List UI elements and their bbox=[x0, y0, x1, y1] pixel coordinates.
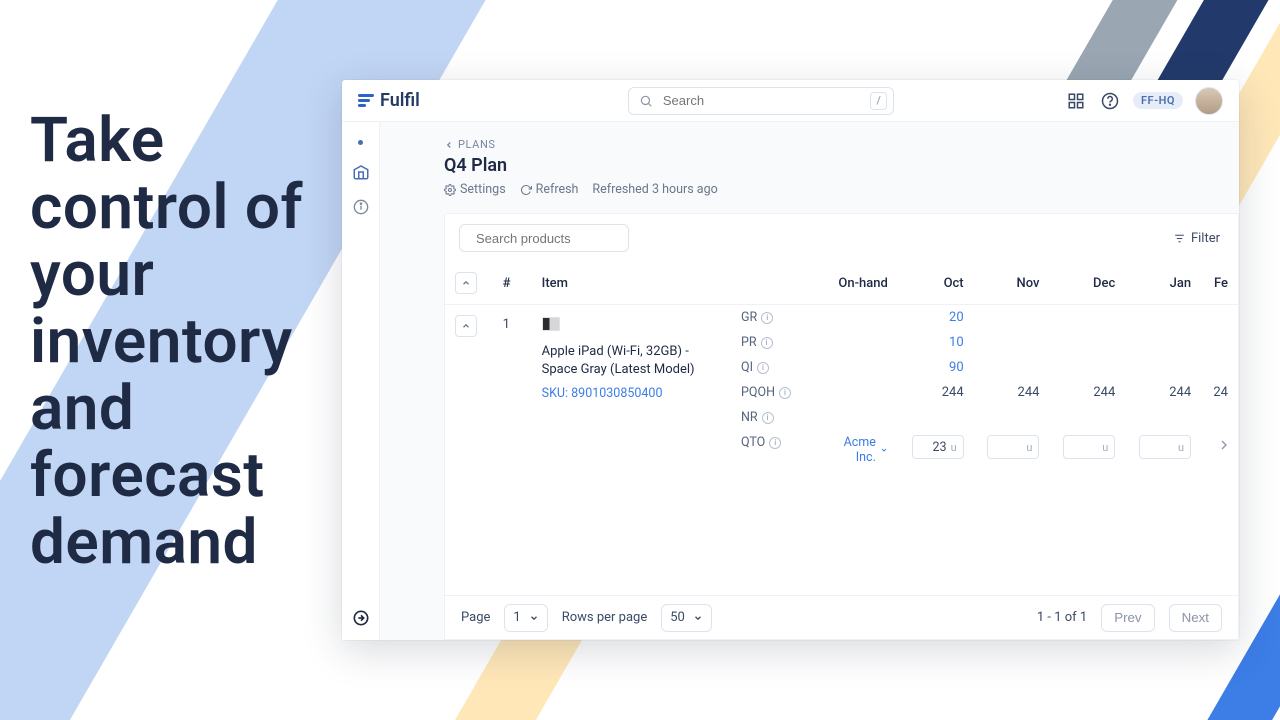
top-bar: Fulfil / FF-HQ bbox=[342, 80, 1239, 122]
qto-jan-input[interactable]: u bbox=[1139, 435, 1191, 459]
chevron-down-icon bbox=[880, 445, 888, 455]
chevron-left-icon bbox=[444, 140, 454, 150]
metric-label-qi: QIi bbox=[741, 360, 812, 375]
qto-oct-input[interactable]: 23u bbox=[912, 435, 964, 459]
product-title: Apple iPad (Wi-Fi, 32GB) - Space Gray (L… bbox=[542, 343, 721, 378]
next-button[interactable]: Next bbox=[1169, 604, 1222, 632]
brand-mark-icon bbox=[358, 94, 374, 107]
app-window: Fulfil / FF-HQ bbox=[342, 80, 1239, 640]
metric-label-nr: NRi bbox=[741, 410, 812, 425]
main-pane: PLANS Q4 Plan Settings Refresh Refreshed… bbox=[380, 122, 1239, 640]
chevron-right-icon bbox=[1216, 437, 1232, 453]
col-month-nov: Nov bbox=[974, 262, 1050, 305]
refresh-button[interactable]: Refresh bbox=[520, 182, 579, 197]
info-icon[interactable]: i bbox=[769, 437, 781, 449]
settings-button[interactable]: Settings bbox=[444, 182, 506, 197]
refresh-icon bbox=[520, 184, 532, 196]
col-number: # bbox=[493, 262, 532, 305]
pagination-bar: Page 1 Rows per page 50 1 - 1 of 1 Prev … bbox=[445, 595, 1238, 639]
rail-collapse-icon[interactable] bbox=[353, 610, 369, 626]
rows-label: Rows per page bbox=[562, 610, 648, 625]
chevron-down-icon bbox=[529, 613, 539, 623]
page-header: PLANS Q4 Plan Settings Refresh Refreshed… bbox=[380, 122, 1239, 207]
global-search[interactable]: / bbox=[628, 87, 894, 115]
filter-button[interactable]: Filter bbox=[1169, 227, 1224, 250]
product-sku-link[interactable]: SKU: 8901030850400 bbox=[542, 386, 721, 401]
row-expand-toggle[interactable] bbox=[455, 315, 477, 337]
expand-all-toggle[interactable] bbox=[455, 272, 477, 294]
rail-inventory-icon[interactable] bbox=[352, 163, 370, 181]
search-icon bbox=[639, 94, 653, 108]
marketing-headline: Take control of your inventory and forec… bbox=[30, 108, 330, 577]
page-label: Page bbox=[461, 610, 490, 625]
col-month-jan: Jan bbox=[1125, 262, 1201, 305]
rail-info-icon[interactable] bbox=[353, 199, 369, 215]
chevron-up-icon bbox=[461, 278, 471, 288]
page-range: 1 - 1 of 1 bbox=[1037, 610, 1087, 625]
plan-table: # Item On-hand Oct Nov Dec Jan Fe bbox=[445, 262, 1238, 470]
global-search-input[interactable] bbox=[661, 92, 862, 109]
pqoh-oct: 244 bbox=[898, 380, 974, 405]
product-search[interactable] bbox=[459, 224, 629, 252]
pqoh-dec: 244 bbox=[1049, 380, 1125, 405]
qto-nov-input[interactable]: u bbox=[987, 435, 1039, 459]
gear-icon bbox=[444, 184, 456, 196]
breadcrumb[interactable]: PLANS bbox=[444, 138, 1215, 151]
breadcrumb-label: PLANS bbox=[458, 138, 496, 151]
page-subactions: Settings Refresh Refreshed 3 hours ago bbox=[444, 182, 1215, 197]
search-shortcut-hint: / bbox=[870, 92, 887, 110]
product-search-input[interactable] bbox=[474, 230, 654, 247]
col-month-feb: Fe bbox=[1201, 262, 1238, 305]
chevron-up-icon bbox=[461, 321, 471, 331]
table-row: 1 Apple iPad (Wi-Fi, 32GB) - Space Gray … bbox=[445, 305, 1238, 331]
plan-table-wrap: # Item On-hand Oct Nov Dec Jan Fe bbox=[445, 262, 1238, 595]
page-select[interactable]: 1 bbox=[504, 604, 547, 632]
pqoh-jan: 244 bbox=[1125, 380, 1201, 405]
prev-button[interactable]: Prev bbox=[1101, 604, 1154, 632]
metric-label-pr: PRi bbox=[741, 335, 812, 350]
pr-oct-value[interactable]: 10 bbox=[949, 335, 964, 350]
table-header-row: # Item On-hand Oct Nov Dec Jan Fe bbox=[445, 262, 1238, 305]
brand-name: Fulfil bbox=[380, 90, 420, 111]
supplier-select[interactable]: Acme Inc. bbox=[832, 435, 888, 465]
avatar[interactable] bbox=[1195, 87, 1223, 115]
panel-toolbar: Filter bbox=[445, 214, 1238, 262]
row-index: 1 bbox=[493, 305, 532, 471]
pqoh-nov: 244 bbox=[974, 380, 1050, 405]
info-icon[interactable]: i bbox=[779, 387, 791, 399]
rail-indicator-dot bbox=[358, 140, 363, 145]
brand-logo[interactable]: Fulfil bbox=[358, 90, 420, 111]
app-body: PLANS Q4 Plan Settings Refresh Refreshed… bbox=[342, 122, 1239, 640]
metric-label-qto: QTOi bbox=[741, 435, 812, 450]
scroll-right-button[interactable] bbox=[1216, 437, 1232, 453]
org-badge[interactable]: FF-HQ bbox=[1133, 92, 1183, 109]
filter-icon bbox=[1173, 232, 1186, 245]
product-thumbnail bbox=[542, 317, 560, 331]
rows-select[interactable]: 50 bbox=[661, 604, 712, 632]
chevron-down-icon bbox=[693, 613, 703, 623]
col-month-oct: Oct bbox=[898, 262, 974, 305]
page-title: Q4 Plan bbox=[444, 155, 1215, 176]
help-icon[interactable] bbox=[1099, 90, 1121, 112]
qto-dec-input[interactable]: u bbox=[1063, 435, 1115, 459]
info-icon[interactable]: i bbox=[761, 337, 773, 349]
refreshed-timestamp: Refreshed 3 hours ago bbox=[592, 182, 717, 197]
side-rail bbox=[342, 122, 380, 640]
apps-grid-icon[interactable] bbox=[1065, 90, 1087, 112]
topbar-right: FF-HQ bbox=[1065, 87, 1223, 115]
col-onhand: On-hand bbox=[822, 262, 898, 305]
gr-oct-value[interactable]: 20 bbox=[949, 310, 964, 325]
metric-label-gr: GRi bbox=[741, 310, 812, 325]
info-icon[interactable]: i bbox=[762, 412, 774, 424]
qi-oct-value[interactable]: 90 bbox=[949, 360, 964, 375]
metric-label-pqoh: PQOHi bbox=[741, 385, 812, 400]
info-icon[interactable]: i bbox=[757, 362, 769, 374]
plan-panel: Filter # Item bbox=[444, 213, 1239, 640]
pqoh-feb: 24 bbox=[1201, 380, 1238, 405]
col-item: Item bbox=[532, 262, 731, 305]
info-icon[interactable]: i bbox=[761, 312, 773, 324]
col-month-dec: Dec bbox=[1049, 262, 1125, 305]
